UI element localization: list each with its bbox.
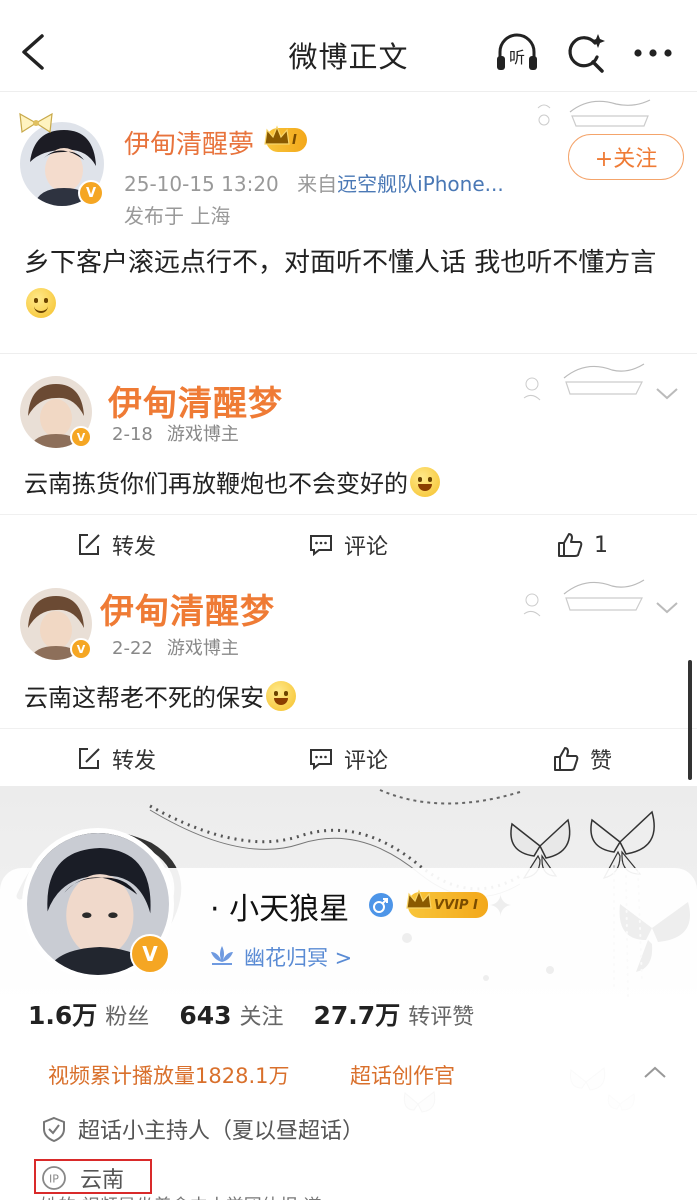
comment-avatar[interactable]: V <box>20 588 92 660</box>
headphone-icon: 听 <box>497 33 537 70</box>
comment-author[interactable]: 伊甸清醒梦 <box>100 584 275 633</box>
repost-label: 转发 <box>112 749 157 774</box>
interactions-count: 27.7万 <box>313 1001 401 1030</box>
follow-button[interactable]: +关注 <box>568 134 684 180</box>
vip-level: I <box>292 132 297 148</box>
like-icon <box>554 747 579 771</box>
comment-date-row: 2-22 游戏博主 <box>112 634 239 660</box>
group-link[interactable]: 幽花归冥 > <box>244 942 352 972</box>
comment-author-tag: 游戏博主 <box>166 424 239 445</box>
more-icon <box>634 49 672 57</box>
comment-avatar[interactable]: V <box>20 376 92 448</box>
verified-badge: V <box>70 426 92 448</box>
bow-decoration <box>19 112 53 134</box>
sketch-decoration <box>523 579 645 617</box>
crown-icon <box>264 125 290 145</box>
bio-text-cut: 她的 视频是坐着盒中小学团体报 道 <box>40 1192 321 1200</box>
comment-text: 云南这帮老不死的保安 <box>24 678 296 713</box>
comment-item: V 伊甸清醒梦 2-22 游戏博主 云南这帮老不死的保安 转发 评论 赞 <box>0 572 697 786</box>
listen-label: 听 <box>509 48 525 67</box>
shield-icon <box>43 1116 65 1143</box>
followers-label: 粉丝 <box>105 1005 150 1030</box>
host-row: 超话小主持人（夏以昼超话） <box>40 1113 364 1145</box>
comment-icon <box>310 535 332 557</box>
comment-button[interactable]: 评论 <box>308 515 388 575</box>
like-button[interactable]: 赞 <box>552 729 612 789</box>
profile-avatar[interactable]: V <box>22 828 174 980</box>
verified-badge: V <box>78 180 104 206</box>
like-button[interactable]: 1 <box>556 515 608 575</box>
comment-actions: 转发 评论 1 <box>0 514 697 574</box>
sketch-decoration <box>537 99 651 127</box>
repost-button[interactable]: 转发 <box>76 515 156 575</box>
laugh-emoji-icon <box>266 681 296 711</box>
profile-name-text: · 小天狼星 <box>210 892 350 927</box>
crown-icon <box>406 889 432 909</box>
repost-icon <box>79 534 100 555</box>
lotus-icon <box>211 946 233 965</box>
profile-name[interactable]: · 小天狼星 <box>210 884 349 928</box>
comment-date: 2-22 <box>112 638 153 659</box>
post-text: 乡下客户滚远点行不，对面听不懂人话 我也听不懂方言 <box>24 242 674 326</box>
comment-text: 云南拣货你们再放鞭炮也不会变好的 <box>24 464 440 499</box>
repost-label: 转发 <box>112 535 157 560</box>
host-text: 超话小主持人（夏以昼超话） <box>78 1119 365 1144</box>
repost-button[interactable]: 转发 <box>76 729 156 789</box>
author-avatar[interactable]: V <box>19 112 104 206</box>
comment-button[interactable]: 评论 <box>308 729 388 789</box>
comment-body: 云南拣货你们再放鞭炮也不会变好的 <box>24 470 408 498</box>
search-sparkle-icon <box>568 34 605 73</box>
comment-icon <box>310 749 332 771</box>
following-label: 关注 <box>239 1005 284 1030</box>
post-source[interactable]: 远空舰队iPhone... <box>337 172 504 196</box>
comment-author[interactable]: 伊甸清醒梦 <box>108 376 283 425</box>
search-button[interactable] <box>562 30 608 76</box>
following-count[interactable]: 643 <box>179 1001 231 1030</box>
scrollbar[interactable] <box>688 660 692 780</box>
post-author-name[interactable]: 伊甸清醒夢 <box>124 124 254 161</box>
like-icon <box>558 533 583 557</box>
chevron-up-icon[interactable] <box>642 1064 668 1080</box>
male-icon <box>369 893 393 917</box>
comment-author-tag: 游戏博主 <box>166 638 239 659</box>
listen-button[interactable]: 听 <box>494 30 540 76</box>
comment-body: 云南这帮老不死的保安 <box>24 684 264 712</box>
followers-count[interactable]: 1.6万 <box>28 1001 97 1030</box>
post-meta: 25-10-15 13:20 来自远空舰队iPhone... <box>124 168 504 197</box>
comment-date: 2-18 <box>112 424 153 445</box>
profile-stats: 1.6万 粉丝 643 关注 27.7万 转评赞 <box>28 996 504 1032</box>
like-count: 1 <box>594 532 608 558</box>
comment-label: 评论 <box>344 749 389 774</box>
post-time: 25-10-15 13:20 <box>124 172 279 196</box>
vvip-level: VVIP I <box>434 897 478 913</box>
chevron-down-icon[interactable] <box>654 386 680 402</box>
chevron-down-icon[interactable] <box>654 600 680 616</box>
verified-badge: V <box>70 638 92 660</box>
comment-actions: 转发 评论 赞 <box>0 728 697 788</box>
vip-badge: I <box>264 125 307 152</box>
top-bar: 微博正文 听 <box>0 0 697 92</box>
like-label: 赞 <box>590 749 613 774</box>
vvip-badge[interactable]: VVIP I <box>406 889 488 918</box>
comment-item: V 伊甸清醒梦 2-18 游戏博主 云南拣货你们再放鞭炮也不会变好的 转发 评论 … <box>0 356 697 570</box>
super-topic-creator-tag[interactable]: 超话创作官 <box>350 1060 455 1090</box>
repost-icon <box>79 748 100 769</box>
highlight-box <box>34 1159 152 1194</box>
video-views-tag[interactable]: 视频累计播放量1828.1万 <box>48 1060 289 1090</box>
main-post: V 伊甸清醒夢 I 25-10-15 13:20 来自远空舰队iPhone...… <box>0 92 697 354</box>
post-location: 发布于 上海 <box>124 204 231 228</box>
more-button[interactable] <box>630 30 676 76</box>
interactions-label: 转评赞 <box>408 1005 475 1030</box>
laugh-emoji-icon <box>410 467 440 497</box>
comment-date-row: 2-18 游戏博主 <box>112 420 239 446</box>
sketch-decoration <box>523 363 645 401</box>
verified-badge: V <box>130 934 170 974</box>
comment-label: 评论 <box>344 535 389 560</box>
smile-emoji-icon <box>26 288 56 318</box>
source-prefix: 来自 <box>297 172 338 196</box>
post-body: 乡下客户滚远点行不，对面听不懂人话 我也听不懂方言 <box>24 248 657 278</box>
